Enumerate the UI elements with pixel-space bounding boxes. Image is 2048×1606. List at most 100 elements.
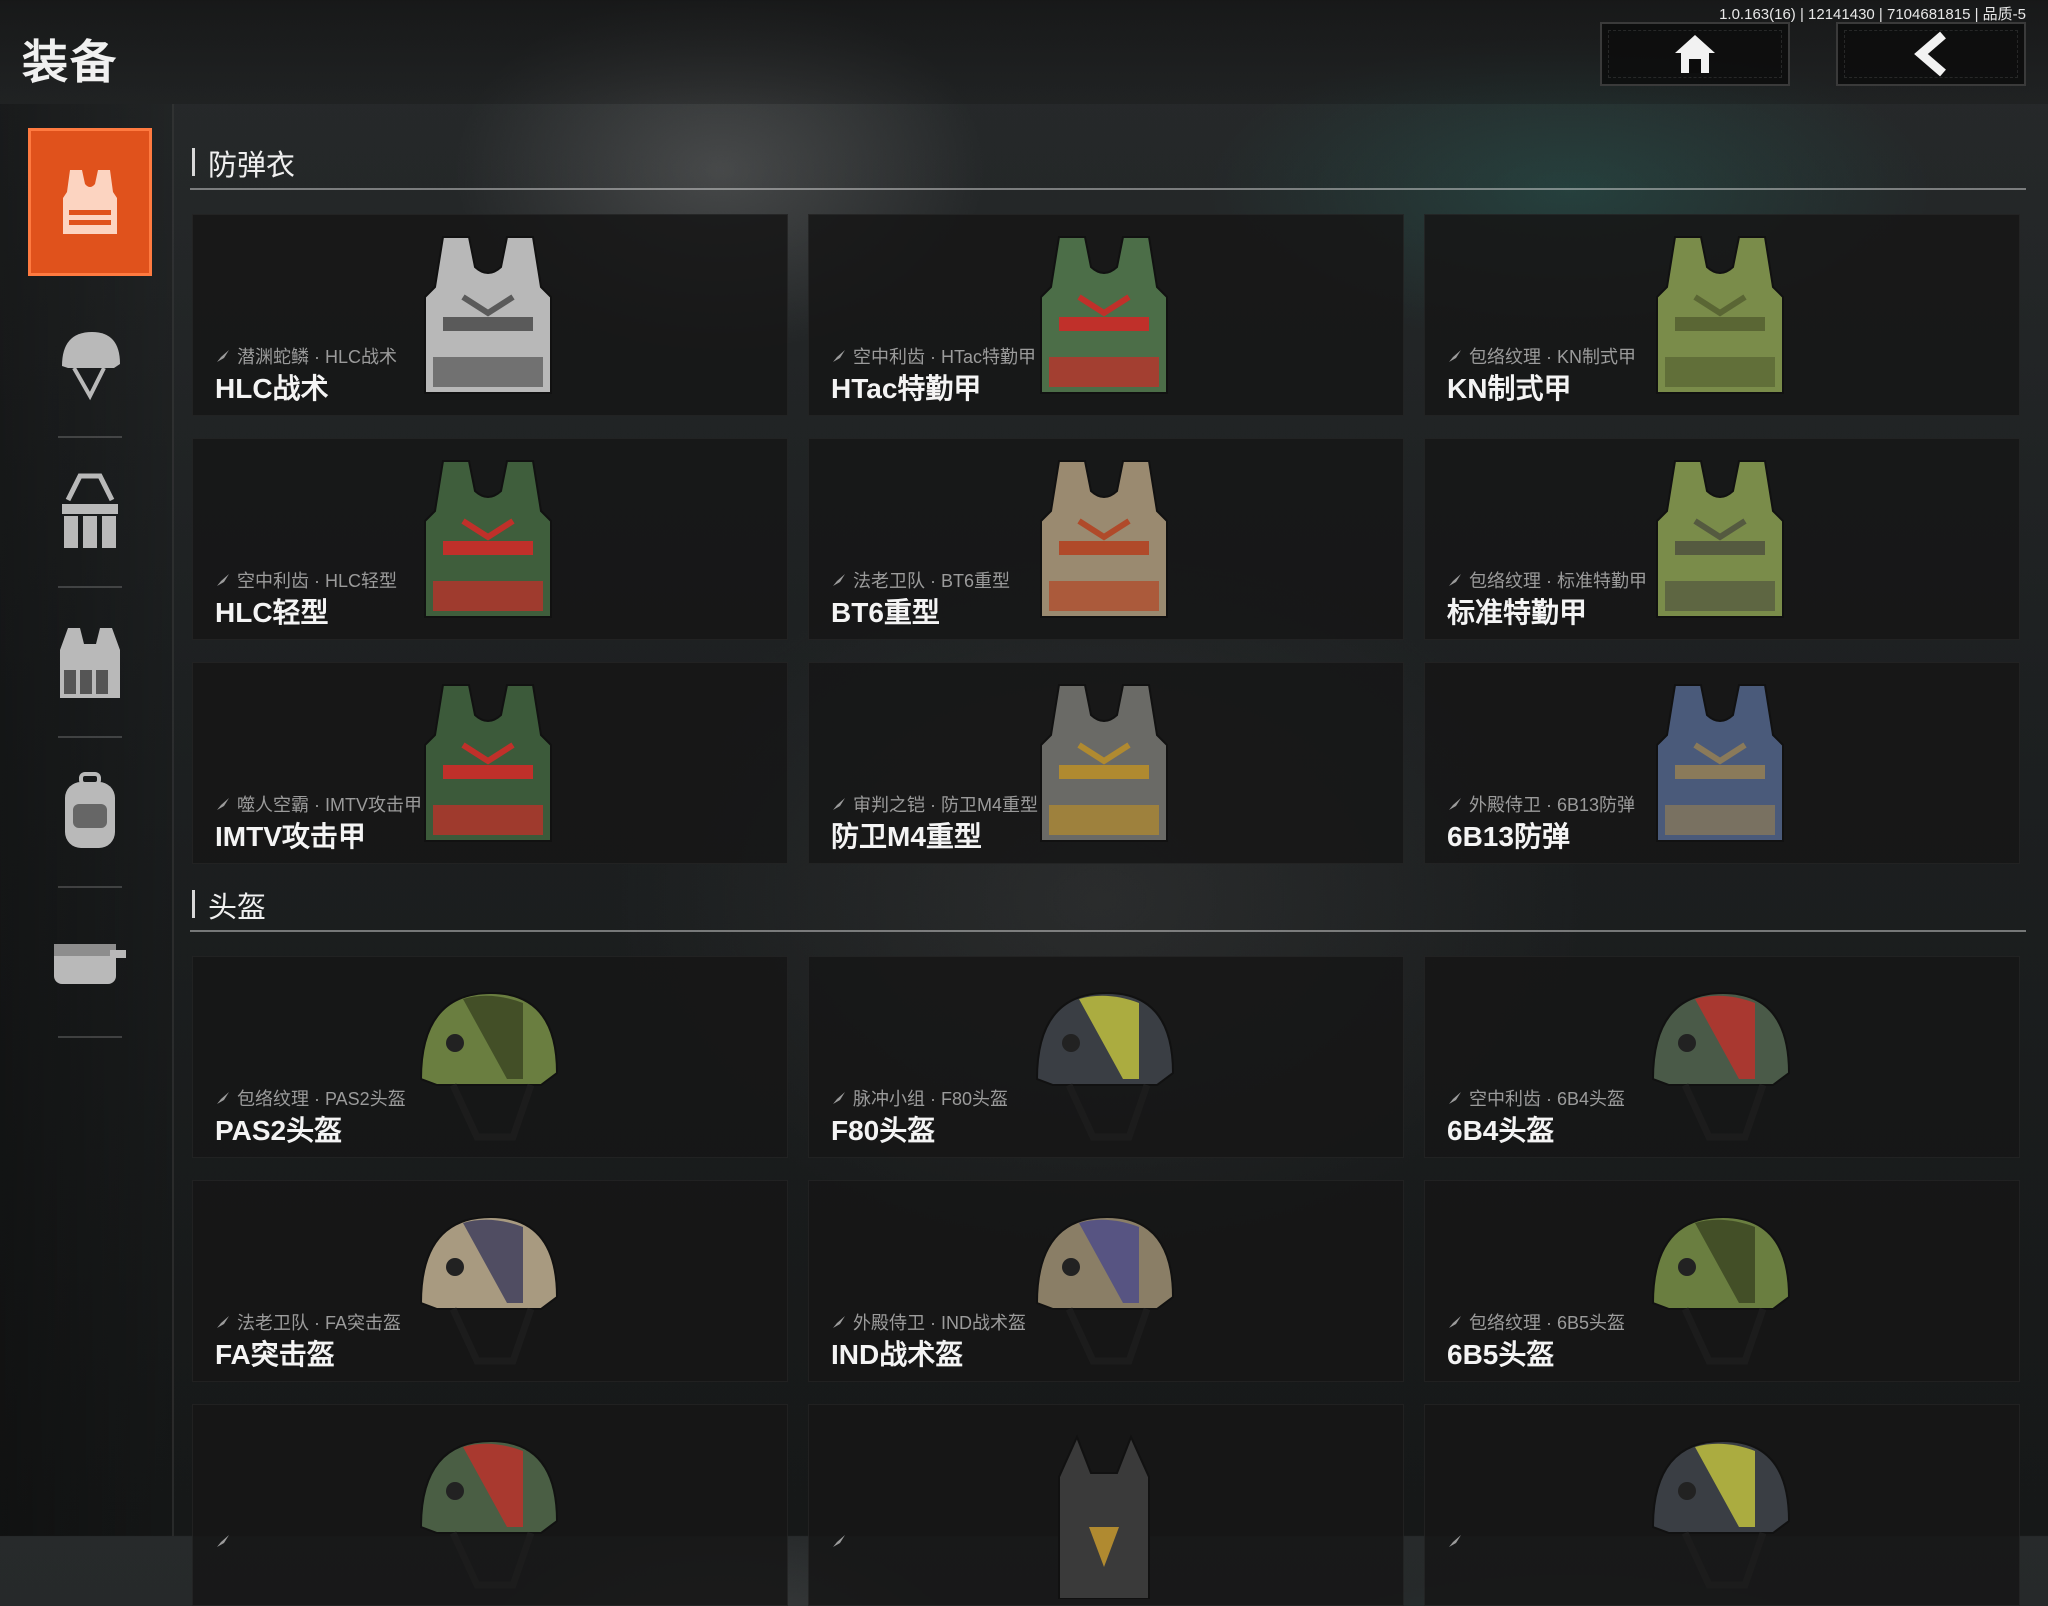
equipment-card[interactable]: 空中利齿 · HLC轻型 HLC轻型 <box>192 438 788 640</box>
equipment-card[interactable]: 法老卫队 · FA突击盔 FA突击盔 <box>192 1180 788 1382</box>
skin-label: 法老卫队 · FA突击盔 <box>215 1309 401 1335</box>
vest-icon <box>63 170 117 234</box>
brush-icon <box>833 350 845 362</box>
item-name: HLC轻型 <box>215 597 329 628</box>
helmet-icon <box>419 1439 559 1589</box>
brush-icon <box>1449 798 1461 810</box>
sidebar-item-pouch[interactable] <box>28 888 152 1038</box>
category-sidebar <box>0 104 174 1536</box>
helmet-icon <box>1651 991 1791 1141</box>
item-name: FA突击盔 <box>215 1339 335 1370</box>
equipment-card[interactable]: 审判之铠 · 防卫M4重型 防卫M4重型 <box>808 662 1404 864</box>
vest-icon <box>1040 236 1168 394</box>
brush-icon <box>833 1092 845 1104</box>
helmet-icon <box>419 991 559 1141</box>
helmet-icon <box>1651 1439 1791 1589</box>
vest-icon <box>1656 236 1784 394</box>
equipment-card[interactable] <box>192 1404 788 1606</box>
equipment-card[interactable]: 空中利齿 · 6B4头盔 6B4头盔 <box>1424 956 2020 1158</box>
item-name: 标准特勤甲 <box>1447 597 1588 628</box>
equipment-card[interactable] <box>808 1404 1404 1606</box>
skin-label: 包络纹理 · 6B5头盔 <box>1447 1309 1625 1335</box>
brush-icon <box>1449 1535 1461 1547</box>
brush-icon <box>1449 1092 1461 1104</box>
equipment-card[interactable]: 包络纹理 · 6B5头盔 6B5头盔 <box>1424 1180 2020 1382</box>
skin-text: 空中利齿 · HLC轻型 <box>237 571 398 591</box>
vest-icon <box>1040 684 1168 842</box>
tactical-vest-icon <box>60 628 120 698</box>
version-info: 1.0.163(16) | 12141430 | 7104681815 | 品质… <box>1719 6 2026 23</box>
brush-icon <box>217 798 229 810</box>
vest-icon <box>1040 460 1168 618</box>
skin-label: 外殿侍卫 · IND战术盔 <box>831 1309 1026 1335</box>
equipment-card[interactable]: 潜渊蛇鳞 · HLC战术 HLC战术 <box>192 214 788 416</box>
top-bar: 装备 1.0.163(16) | 12141430 | 7104681815 |… <box>0 0 2048 104</box>
equipment-card[interactable]: 包络纹理 · KN制式甲 KN制式甲 <box>1424 214 2020 416</box>
skin-label: 空中利齿 · HTac特勤甲 <box>831 343 1036 369</box>
vest-icon <box>424 236 552 394</box>
skin-label <box>831 1533 853 1549</box>
back-button[interactable] <box>1836 22 2026 86</box>
skin-label <box>215 1533 237 1549</box>
skin-label: 包络纹理 · PAS2头盔 <box>215 1085 406 1111</box>
equipment-card[interactable]: 脉冲小组 · F80头盔 F80头盔 <box>808 956 1404 1158</box>
skin-label <box>1447 1533 1469 1549</box>
skin-label: 法老卫队 · BT6重型 <box>831 567 1010 593</box>
brush-icon <box>833 798 845 810</box>
item-name: IND战术盔 <box>831 1339 964 1370</box>
skin-text: 空中利齿 · HTac特勤甲 <box>853 347 1037 367</box>
item-name: 防卫M4重型 <box>831 821 982 852</box>
equipment-card[interactable]: 外殿侍卫 · IND战术盔 IND战术盔 <box>808 1180 1404 1382</box>
equipment-card[interactable] <box>1424 1404 2020 1606</box>
skin-text: 空中利齿 · 6B4头盔 <box>1469 1089 1626 1109</box>
brush-icon <box>1449 350 1461 362</box>
skin-text: 脉冲小组 · F80头盔 <box>853 1089 1009 1109</box>
home-icon <box>1675 35 1715 73</box>
skin-text: 包络纹理 · PAS2头盔 <box>237 1089 406 1109</box>
brush-icon <box>833 1316 845 1328</box>
chevron-left-icon <box>1914 31 1946 77</box>
helmet-icon <box>62 332 120 401</box>
page-title: 装备 <box>22 36 118 88</box>
sidebar-item-backpack[interactable] <box>28 738 152 888</box>
brush-icon <box>217 1535 229 1547</box>
home-button[interactable] <box>1600 22 1790 86</box>
equipment-card[interactable]: 空中利齿 · HTac特勤甲 HTac特勤甲 <box>808 214 1404 416</box>
sidebar-item-tactical-vest[interactable] <box>28 588 152 738</box>
skin-text: 法老卫队 · FA突击盔 <box>237 1313 402 1333</box>
item-name: 6B5头盔 <box>1447 1339 1555 1370</box>
skin-text: 外殿侍卫 · IND战术盔 <box>853 1313 1026 1333</box>
skin-label: 外殿侍卫 · 6B13防弹 <box>1447 791 1635 817</box>
equipment-card[interactable]: 外殿侍卫 · 6B13防弹 6B13防弹 <box>1424 662 2020 864</box>
item-name: BT6重型 <box>831 597 940 628</box>
skin-text: 外殿侍卫 · 6B13防弹 <box>1469 795 1636 815</box>
brush-icon <box>217 1092 229 1104</box>
item-name: HLC战术 <box>215 373 329 404</box>
sidebar-item-armor[interactable] <box>28 128 152 276</box>
vest-icon <box>424 684 552 842</box>
equipment-card[interactable]: 包络纹理 · PAS2头盔 PAS2头盔 <box>192 956 788 1158</box>
vest-icon <box>424 460 552 618</box>
section-title: 头盔 <box>208 892 267 924</box>
equipment-card[interactable]: 包络纹理 · 标准特勤甲 标准特勤甲 <box>1424 438 2020 640</box>
equipment-card[interactable]: 噬人空霸 · IMTV攻击甲 IMTV攻击甲 <box>192 662 788 864</box>
backpack-icon <box>65 772 115 848</box>
skin-text: 审判之铠 · 防卫M4重型 <box>853 795 1039 815</box>
chest-rig-icon <box>62 473 118 548</box>
sidebar-item-helmet[interactable] <box>28 288 152 438</box>
skin-label: 审判之铠 · 防卫M4重型 <box>831 791 1038 817</box>
vest-icon <box>1656 684 1784 842</box>
helmet-icon <box>1035 991 1175 1141</box>
skin-text: 包络纹理 · 6B5头盔 <box>1469 1313 1626 1333</box>
item-name: KN制式甲 <box>1447 373 1572 404</box>
sidebar-item-chest-rig[interactable] <box>28 438 152 588</box>
equipment-card[interactable]: 法老卫队 · BT6重型 BT6重型 <box>808 438 1404 640</box>
section-title: 防弹衣 <box>208 150 296 182</box>
helmet-icon <box>1035 1215 1175 1365</box>
item-name: F80头盔 <box>831 1115 936 1146</box>
section-header-helmet: 头盔 <box>190 874 2026 932</box>
item-name: IMTV攻击甲 <box>215 821 366 852</box>
item-name: HTac特勤甲 <box>831 373 982 404</box>
item-name: 6B4头盔 <box>1447 1115 1555 1146</box>
pouch-icon <box>54 944 126 984</box>
